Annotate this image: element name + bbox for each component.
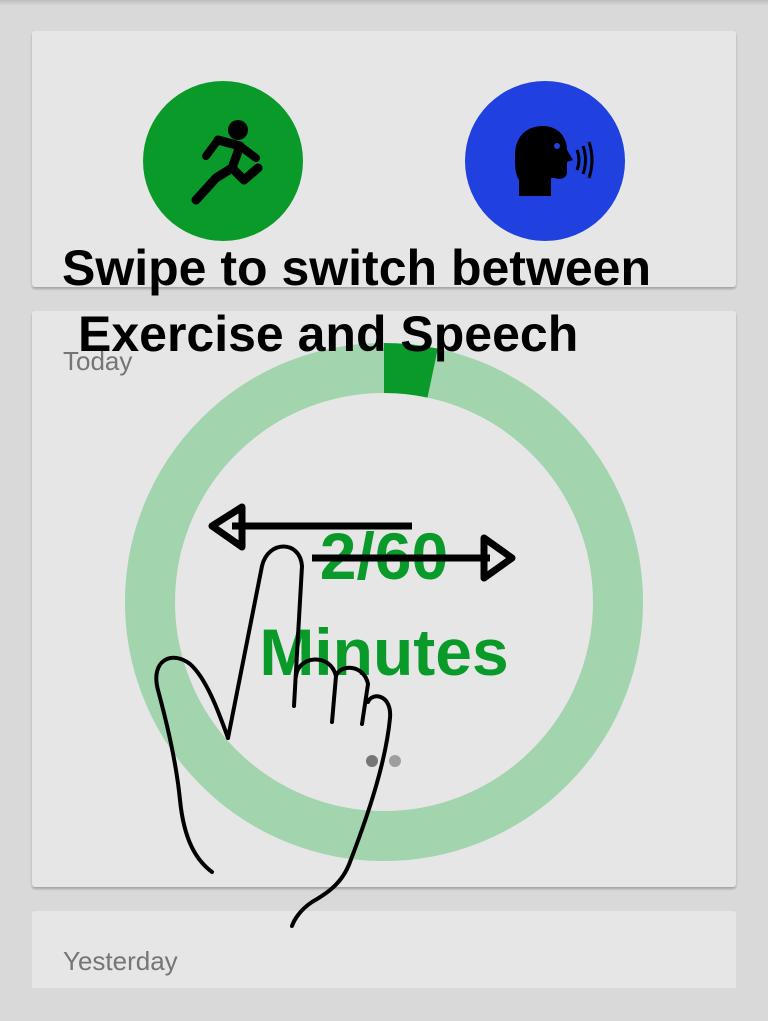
progress-unit: Minutes <box>259 615 509 689</box>
bottom-strip <box>0 988 768 1021</box>
page-dot-1[interactable] <box>366 755 378 767</box>
tutorial-line-1: Swipe to switch between <box>62 240 651 296</box>
page-dot-2[interactable] <box>389 755 401 767</box>
progress-count: 2/60 <box>319 519 449 593</box>
ring-progress-arc <box>383 343 438 398</box>
yesterday-label: Yesterday <box>63 946 178 976</box>
progress-ring <box>125 343 643 861</box>
ring-track <box>125 343 643 861</box>
tutorial-line-2: Exercise and Speech <box>78 306 579 362</box>
